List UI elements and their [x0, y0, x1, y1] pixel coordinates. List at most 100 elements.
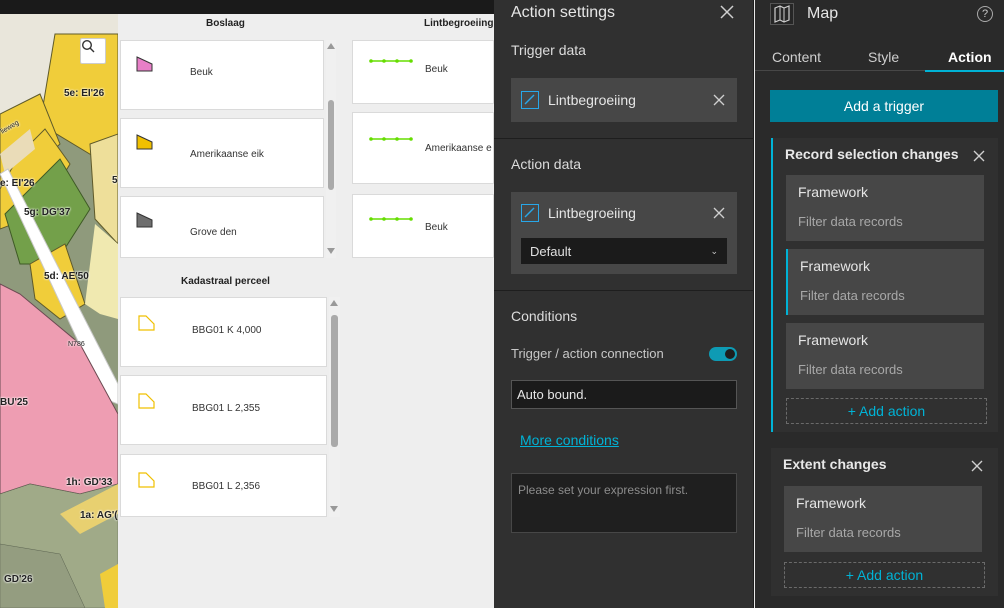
scroll-up-icon[interactable]	[327, 43, 335, 49]
kadastraal-list-title: Kadastraal perceel	[181, 276, 270, 287]
close-icon[interactable]	[719, 4, 735, 20]
trigger-data-label: Trigger data	[511, 42, 586, 58]
divider	[494, 290, 754, 291]
map-view[interactable]: 5e: EI'26 e: EI'26 5g: DG'37 5d: AE'50 5…	[0, 14, 118, 608]
scroll-down-icon[interactable]	[327, 248, 335, 254]
boslaag-list-title: Boslaag	[206, 18, 245, 29]
action-type: Filter data records	[796, 525, 901, 540]
polygon-symbol-icon	[136, 212, 153, 228]
lintbegroeiing-list-title: Lintbegroeiing	[424, 18, 494, 29]
help-icon[interactable]: ?	[977, 6, 993, 22]
data-source-name: Lintbegroeiing	[548, 205, 636, 221]
list-item[interactable]: BBG01 K 4,000	[120, 297, 327, 367]
parcel-label: 5d: AE'50	[44, 271, 89, 282]
list-scrollbar[interactable]	[326, 40, 336, 258]
list-item-label: Beuk	[190, 67, 213, 78]
tab-action[interactable]: Action	[948, 49, 992, 65]
line-symbol-icon	[369, 137, 413, 141]
list-item[interactable]: Beuk	[352, 40, 494, 104]
list-item-label: Amerikaanse e	[425, 143, 492, 154]
trigger-title: Extent changes	[783, 456, 887, 472]
divider	[494, 138, 754, 139]
connection-label: Trigger / action connection	[511, 346, 664, 361]
scrollbar-thumb[interactable]	[328, 100, 334, 190]
remove-trigger-icon[interactable]	[971, 460, 983, 472]
road-label: N786	[68, 341, 85, 348]
trigger-title: Record selection changes	[785, 146, 959, 162]
list-item[interactable]: Amerikaanse e	[352, 112, 494, 184]
list-item-label: Grove den	[190, 227, 237, 238]
connection-toggle[interactable]	[709, 347, 737, 361]
conditions-label: Conditions	[511, 308, 578, 324]
action-target: Framework	[800, 258, 871, 274]
list-item-label: Beuk	[425, 222, 448, 233]
list-item-label: BBG01 K 4,000	[192, 325, 262, 336]
connection-field[interactable]: Auto bound.	[511, 380, 737, 409]
widget-title: Map	[807, 5, 839, 22]
scroll-down-icon[interactable]	[330, 506, 338, 512]
expression-field[interactable]: Please set your expression first.	[511, 473, 737, 533]
action-target: Framework	[796, 495, 867, 511]
view-select[interactable]: Default ⌄	[521, 238, 727, 264]
list-item[interactable]: Grove den	[120, 196, 324, 258]
data-source-icon	[521, 204, 539, 222]
panel-header: Map ?	[755, 0, 1004, 30]
panel-title: Action settings	[511, 4, 616, 21]
add-trigger-button[interactable]: Add a trigger	[770, 90, 998, 122]
chevron-down-icon: ⌄	[710, 246, 718, 256]
scrollbar-thumb[interactable]	[331, 315, 338, 447]
parcel-label: 1a: AG'(	[80, 510, 118, 521]
list-item[interactable]: Beuk	[352, 194, 494, 258]
list-item[interactable]: BBG01 L 2,355	[120, 375, 327, 445]
trigger-data-source[interactable]: Lintbegroeiing	[511, 78, 737, 122]
list-item-label: BBG01 L 2,356	[192, 481, 261, 492]
active-tab-indicator	[925, 70, 1004, 72]
add-action-button[interactable]: + Add action	[784, 562, 985, 588]
action-item[interactable]: Framework Filter data records	[786, 175, 984, 241]
view-select-value: Default	[530, 244, 572, 259]
widget-settings-panel: Map ? Content Style Action Add a trigger…	[755, 0, 1004, 608]
line-symbol-icon	[369, 59, 413, 63]
polygon-symbol-icon	[136, 134, 153, 150]
action-type: Filter data records	[798, 214, 903, 229]
map-search-button[interactable]	[80, 38, 106, 64]
trigger-record-selection: Record selection changes Framework Filte…	[771, 138, 998, 432]
parcel-label: 5g: DG'37	[24, 207, 71, 218]
more-conditions-link[interactable]: More conditions	[520, 432, 619, 448]
tab-style[interactable]: Style	[868, 49, 899, 65]
trigger-extent-changes: Extent changes Framework Filter data rec…	[771, 448, 998, 596]
list-item-label: Beuk	[425, 64, 448, 75]
add-action-button[interactable]: + Add action	[786, 398, 987, 424]
settings-tabs: Content Style Action	[755, 43, 1004, 72]
list-item[interactable]: Beuk	[120, 40, 324, 110]
list-item-label: Amerikaanse eik	[190, 149, 264, 160]
action-type: Filter data records	[800, 288, 905, 303]
parcel-label: 5	[112, 175, 118, 186]
parcel-label: 1h: GD'33	[66, 477, 113, 488]
action-item[interactable]: Framework Filter data records	[784, 486, 982, 552]
list-item[interactable]: Amerikaanse eik	[120, 118, 324, 188]
builder-top-bar	[0, 0, 494, 14]
parcel-label: BU'25	[0, 397, 28, 408]
tab-content[interactable]: Content	[772, 49, 821, 65]
data-source-name: Lintbegroeiing	[548, 92, 636, 108]
polygon-symbol-icon	[138, 315, 155, 331]
polygon-symbol-icon	[138, 472, 155, 488]
polygon-symbol-icon	[136, 56, 153, 72]
action-settings-panel: Action settings Trigger data Lintbegroei…	[494, 0, 754, 608]
scroll-up-icon[interactable]	[330, 300, 338, 306]
action-target: Framework	[798, 332, 869, 348]
polygon-symbol-icon	[138, 393, 155, 409]
action-item[interactable]: Framework Filter data records	[786, 323, 984, 389]
map-icon	[770, 3, 794, 25]
parcel-label: GD'26	[4, 574, 33, 585]
remove-icon[interactable]	[713, 207, 725, 219]
remove-icon[interactable]	[713, 94, 725, 106]
list-item[interactable]: BBG01 L 2,356	[120, 454, 327, 517]
list-widgets-area: Boslaag Beuk Amerikaanse eik Grove den L…	[118, 14, 494, 608]
action-data-label: Action data	[511, 156, 582, 172]
action-item[interactable]: Framework Filter data records	[786, 249, 984, 315]
remove-trigger-icon[interactable]	[973, 150, 985, 162]
list-item-label: BBG01 L 2,355	[192, 403, 261, 414]
list-scrollbar[interactable]	[329, 297, 340, 517]
